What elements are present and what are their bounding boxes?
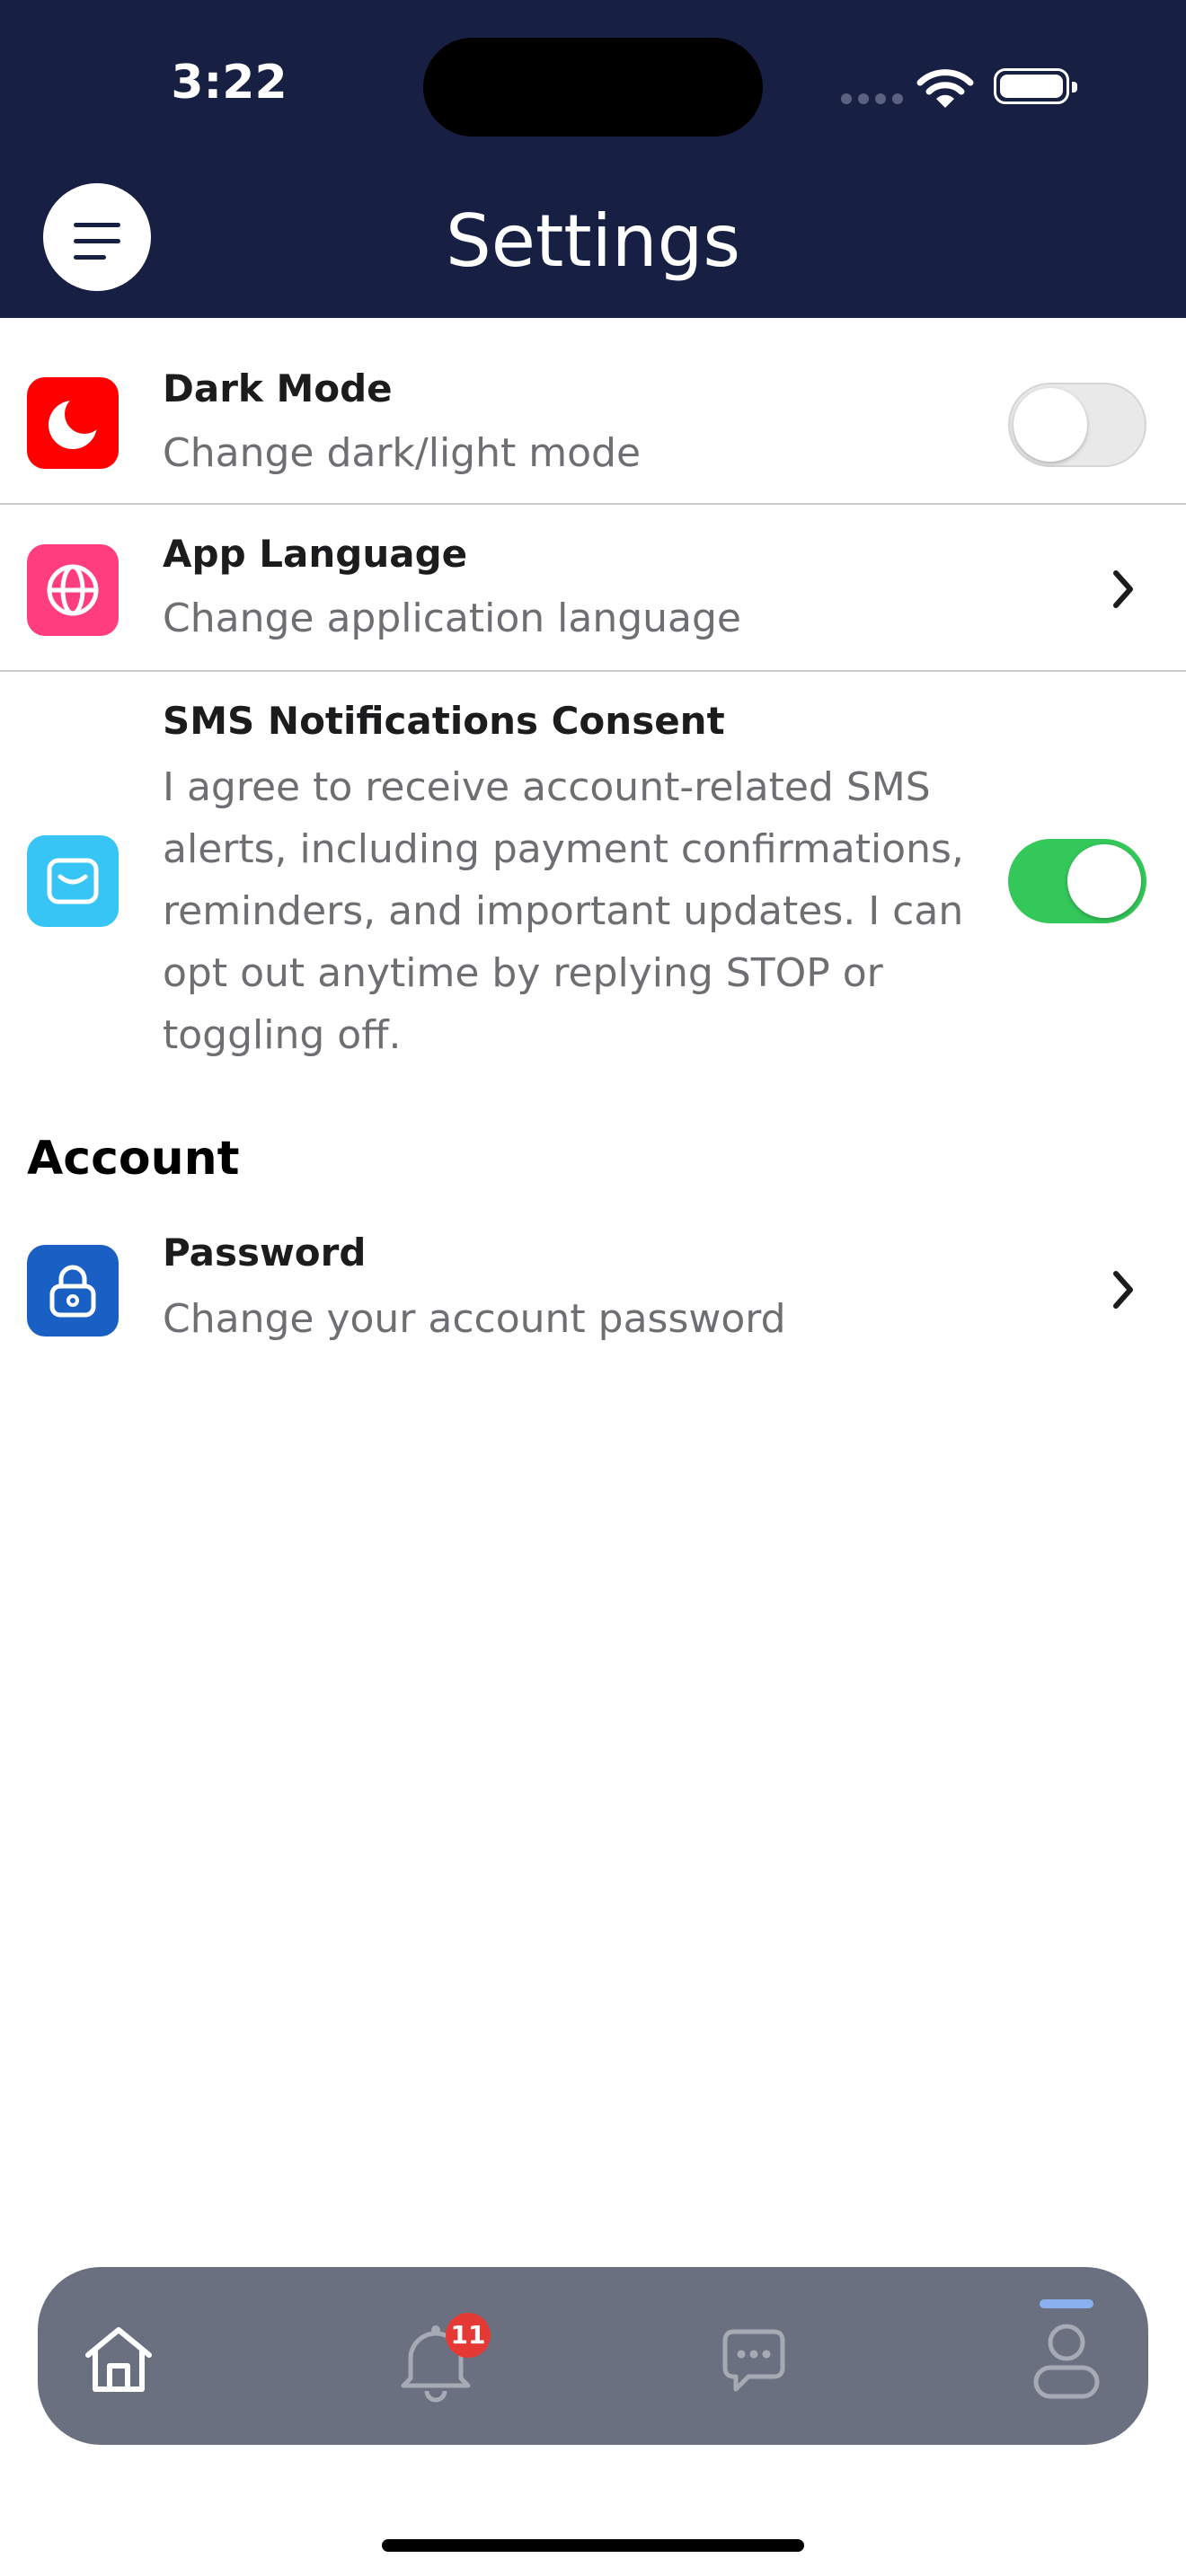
tab-notifications[interactable]: [364, 2267, 508, 2445]
moon-icon: [27, 377, 119, 469]
notifications-badge: 11: [446, 2313, 491, 2358]
sms-consent-line-5: toggling off.: [163, 1012, 402, 1058]
password-subtitle: Change your account password: [163, 1296, 786, 1342]
dark-mode-subtitle: Change dark/light mode: [163, 430, 642, 476]
menu-button[interactable]: [43, 183, 151, 291]
dark-mode-title: Dark Mode: [163, 366, 393, 410]
chat-bubble-icon: [722, 2329, 785, 2392]
app-language-subtitle: Change application language: [163, 595, 741, 641]
sms-consent-title: SMS Notifications Consent: [163, 699, 725, 743]
chevron-right-icon[interactable]: [1107, 566, 1139, 613]
bell-icon: [401, 2325, 471, 2403]
sms-consent-line-1: I agree to receive account-related SMS: [163, 764, 931, 810]
message-inbox-icon: [27, 835, 119, 927]
cellular-signal-icon: [841, 93, 904, 104]
app-language-title: App Language: [163, 532, 468, 576]
app-header: 3:22 Settings: [0, 0, 1186, 318]
password-row[interactable]: Password Change your account password: [0, 1207, 1186, 1378]
dynamic-island: [423, 38, 763, 137]
home-icon: [85, 2327, 152, 2392]
page-title: Settings: [445, 199, 741, 283]
account-section-title: Account: [27, 1132, 240, 1186]
home-indicator[interactable]: [382, 2539, 804, 2552]
sms-consent-line-4: opt out anytime by replying STOP or: [163, 950, 883, 996]
wifi-icon: [916, 69, 974, 108]
user-icon: [1033, 2324, 1100, 2399]
app-language-row[interactable]: App Language Change application language: [0, 505, 1186, 670]
password-title: Password: [163, 1231, 367, 1275]
battery-icon: [994, 68, 1077, 104]
bottom-tab-bar: [38, 2267, 1148, 2445]
hamburger-menu-icon: [74, 223, 120, 227]
tab-messages[interactable]: [680, 2267, 824, 2445]
sms-consent-row[interactable]: SMS Notifications Consent I agree to rec…: [0, 672, 1186, 1085]
sms-consent-line-2: alerts, including payment confirmations,: [163, 826, 964, 872]
sms-consent-line-3: reminders, and important updates. I can: [163, 888, 964, 934]
lock-icon: [27, 1245, 119, 1337]
sms-consent-toggle[interactable]: [1008, 839, 1146, 923]
dark-mode-row[interactable]: Dark Mode Change dark/light mode: [0, 318, 1186, 503]
globe-icon: [27, 544, 119, 636]
status-bar-time: 3:22: [171, 56, 288, 110]
active-tab-indicator: [1040, 2299, 1093, 2308]
dark-mode-toggle[interactable]: [1008, 383, 1146, 467]
tab-home[interactable]: [47, 2267, 190, 2445]
chevron-right-icon[interactable]: [1107, 1266, 1139, 1313]
tab-profile[interactable]: [995, 2267, 1138, 2445]
